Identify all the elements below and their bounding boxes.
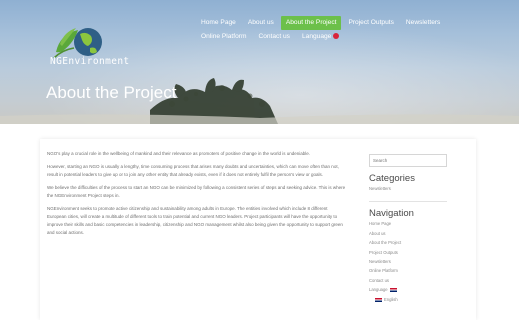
page-title: About the Project bbox=[46, 83, 177, 102]
language-flag-icon bbox=[333, 33, 340, 40]
sidebar: Categories Newsletters Navigation Home P… bbox=[369, 149, 469, 304]
nav-about-the-project[interactable]: About the Project bbox=[280, 16, 342, 30]
category-newsletters[interactable]: Newsletters bbox=[369, 184, 469, 193]
sidebar-divider bbox=[369, 201, 447, 203]
sidebar-link-language[interactable]: Language bbox=[369, 285, 469, 294]
sidebar-english-label: English bbox=[384, 296, 398, 302]
main-content: NGO's play a crucial role in the wellbei… bbox=[47, 150, 347, 242]
search-input[interactable] bbox=[369, 154, 447, 167]
uk-flag-icon bbox=[375, 297, 382, 302]
nav-language[interactable]: Language bbox=[297, 30, 344, 44]
sidebar-link-english[interactable]: English bbox=[369, 295, 469, 304]
nav-project-outputs[interactable]: Project Outputs bbox=[343, 16, 398, 30]
sidebar-link-about-us[interactable]: About us bbox=[369, 229, 469, 238]
sidebar-link-about-the-project[interactable]: About the Project bbox=[369, 238, 469, 247]
paragraph-2: However, starting an NGO is usually a le… bbox=[47, 163, 339, 177]
sidebar-language-label: Language bbox=[369, 287, 388, 293]
nav-online-platform[interactable]: Online Platform bbox=[196, 30, 251, 44]
categories-heading: Categories bbox=[369, 173, 415, 184]
nav-contact-us[interactable]: Contact us bbox=[253, 30, 295, 44]
sidebar-link-project-outputs[interactable]: Project Outputs bbox=[369, 248, 469, 257]
hero-banner: NGEnvironment Home Page About us About t… bbox=[0, 0, 519, 124]
nav-language-label: Language bbox=[301, 33, 332, 40]
nav-row-1: Home Page About us About the Project Pro… bbox=[196, 16, 514, 30]
logo-text: NGEnvironment bbox=[50, 56, 130, 67]
sidebar-link-home-page[interactable]: Home Page bbox=[369, 219, 469, 228]
sidebar-link-online-platform[interactable]: Online Platform bbox=[369, 266, 469, 275]
main-navigation: Home Page About us About the Project Pro… bbox=[196, 16, 514, 44]
nav-row-2: Online Platform Contact us Language bbox=[196, 30, 514, 44]
paragraph-3: We believe the difficulties of the proce… bbox=[47, 184, 346, 198]
navigation-heading: Navigation bbox=[369, 208, 414, 220]
paragraph-4: NGEnvironment seeks to promote active ci… bbox=[47, 205, 343, 236]
sidebar-link-contact-us[interactable]: Contact us bbox=[369, 276, 469, 285]
paragraph-1: NGO's play a crucial role in the wellbei… bbox=[47, 151, 311, 156]
nav-newsletters[interactable]: Newsletters bbox=[401, 16, 445, 30]
uk-flag-icon bbox=[389, 288, 397, 293]
sidebar-link-newsletters[interactable]: Newsletters bbox=[369, 257, 469, 266]
nav-about-us[interactable]: About us bbox=[243, 16, 279, 30]
nav-home-page[interactable]: Home Page bbox=[196, 16, 241, 30]
